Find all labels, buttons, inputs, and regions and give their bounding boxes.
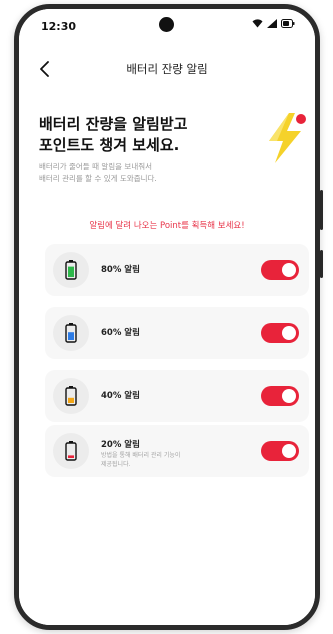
- app-header: 배터리 잔량 알림: [19, 49, 315, 89]
- alarm-label: 80% 알림: [101, 265, 140, 275]
- signal-icon: [267, 19, 277, 28]
- volume-button: [320, 190, 323, 230]
- battery-level-badge: [53, 378, 89, 414]
- battery-level-badge: [53, 433, 89, 469]
- lightning-bolt-icon: [269, 113, 306, 163]
- status-time: 12:30: [41, 20, 77, 33]
- alarm-toggle-60[interactable]: [261, 323, 299, 343]
- hero-title: 배터리 잔량을 알림받고 포인트도 챙겨 보세요.: [39, 114, 187, 156]
- point-banner: 알림에 달려 나오는 Point를 획득해 보세요!: [89, 221, 245, 231]
- battery-40-icon: [65, 386, 77, 406]
- alarm-description: 방법을 통해 배터리 관리 기능이 제공됩니다.: [101, 451, 231, 469]
- toggle-knob: [282, 326, 296, 340]
- battery-fill: [68, 397, 74, 403]
- alarm-label: 40% 알림: [101, 391, 140, 401]
- toggle-knob: [282, 389, 296, 403]
- toggle-knob: [282, 444, 296, 458]
- battery-fill: [68, 455, 74, 458]
- hero-subtitle-line: 배터리 관리를 할 수 있게 도와줍니다.: [39, 174, 157, 183]
- alarm-toggle-40[interactable]: [261, 386, 299, 406]
- wifi-icon: [252, 19, 263, 28]
- page-title: 배터리 잔량 알림: [126, 62, 208, 76]
- battery-20-icon: [65, 441, 77, 461]
- hero-title-line: 포인트도 챙겨 보세요.: [39, 136, 180, 154]
- battery-level-badge: [53, 315, 89, 351]
- hero-subtitle: 배터리가 줄어들 때 알림을 보내줘서 배터리 관리를 할 수 있게 도와줍니다…: [39, 161, 157, 185]
- hero-subtitle-line: 배터리가 줄어들 때 알림을 보내줘서: [39, 162, 153, 171]
- battery-60-icon: [65, 323, 77, 343]
- phone-frame: 12:30 배터리 잔량 알림 배터리 잔량을 알림받고 포인트도 챙겨 보세요…: [14, 4, 320, 630]
- battery-fill: [68, 332, 74, 340]
- battery-fill: [68, 266, 74, 277]
- alarm-card-60: 60% 알림: [45, 307, 309, 359]
- status-bar: 12:30: [19, 9, 315, 39]
- power-button: [320, 250, 323, 278]
- hero-title-line: 배터리 잔량을 알림받고: [39, 115, 188, 133]
- alarm-label: 20% 알림: [101, 440, 140, 450]
- alarm-toggle-20[interactable]: [261, 441, 299, 461]
- alarm-description-line: 방법을 통해 배터리 관리 기능이: [101, 452, 181, 459]
- alarm-description-line: 제공됩니다.: [101, 461, 131, 468]
- battery-icon: [281, 19, 295, 28]
- alarm-toggle-80[interactable]: [261, 260, 299, 280]
- alarm-label: 60% 알림: [101, 328, 140, 338]
- alarm-card-20: 20% 알림 방법을 통해 배터리 관리 기능이 제공됩니다.: [45, 425, 309, 477]
- alarm-card-40: 40% 알림: [45, 370, 309, 422]
- battery-level-badge: [53, 252, 89, 288]
- status-icons: [252, 19, 295, 28]
- front-camera: [159, 17, 174, 32]
- alarm-card-80: 80% 알림: [45, 244, 309, 296]
- screen: 12:30 배터리 잔량 알림 배터리 잔량을 알림받고 포인트도 챙겨 보세요…: [19, 9, 315, 625]
- toggle-knob: [282, 263, 296, 277]
- battery-80-icon: [65, 260, 77, 280]
